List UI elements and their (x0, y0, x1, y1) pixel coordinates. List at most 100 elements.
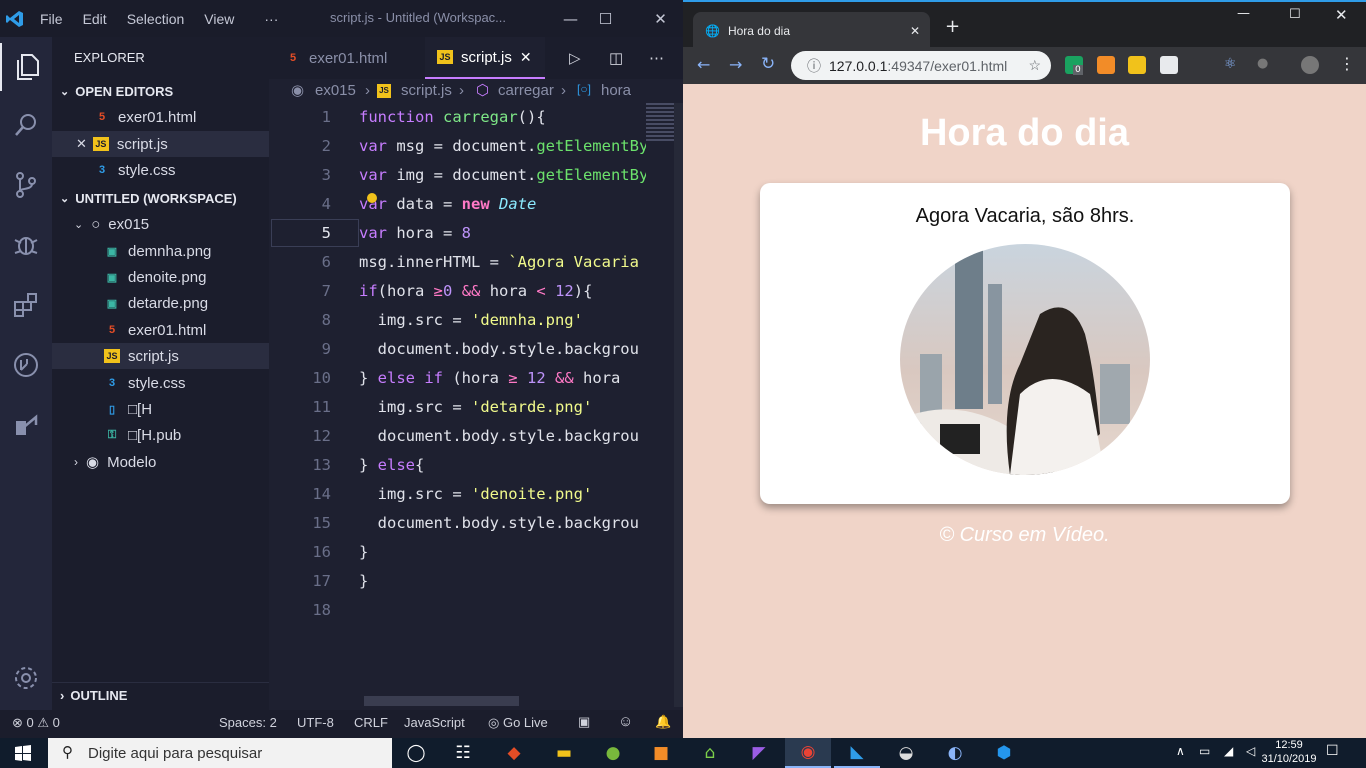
forward-arrow-icon[interactable]: → (729, 55, 742, 74)
file-key-pub[interactable]: ⚿ □[H.pub (52, 422, 269, 448)
maximize-icon[interactable]: ☐ (583, 0, 628, 37)
docker-icon[interactable]: ⬢ (981, 738, 1027, 768)
folder-ex015[interactable]: ⌄ ○ ex015 (52, 211, 269, 237)
file-explorer-icon[interactable]: ▬ (541, 738, 587, 768)
tab-exer01[interactable]: 5 exer01.html (269, 37, 425, 79)
notifications-bell-icon[interactable]: 🔔 (655, 714, 671, 730)
remote-explorer-icon[interactable] (0, 341, 52, 389)
file-denoite[interactable]: ▣ denoite.png (52, 264, 269, 290)
chrome-menu-icon[interactable]: ⋮ (1339, 54, 1355, 73)
task-view-icon[interactable]: ☷ (440, 738, 486, 768)
browser-tab[interactable]: 🌐 Hora do dia ✕ (693, 12, 930, 49)
volume-icon[interactable]: ◁ (1246, 744, 1255, 758)
cortana-icon[interactable]: ◯ (393, 738, 439, 768)
breadcrumb-variable[interactable]: hora (601, 82, 631, 99)
close-tab-icon[interactable]: ✕ (910, 24, 920, 38)
lightbulb-icon[interactable] (367, 193, 377, 203)
layout-icon[interactable]: ▣ (578, 714, 590, 730)
clock-time[interactable]: 12:59 (1265, 739, 1313, 751)
maximize-icon[interactable]: ☐ (1289, 7, 1301, 22)
close-icon[interactable]: ✕ (638, 0, 683, 37)
code-line: img.src = 'denoite.png' (359, 485, 593, 503)
file-script[interactable]: JS script.js (52, 343, 269, 369)
extensions-icon[interactable] (0, 281, 52, 329)
horizontal-scrollbar[interactable] (364, 696, 519, 706)
file-key[interactable]: ▯ □[H (52, 396, 269, 422)
clock-date[interactable]: 31/10/2019 (1258, 753, 1320, 765)
back-arrow-icon[interactable]: ← (697, 55, 710, 74)
run-icon[interactable]: ▷ (569, 37, 593, 79)
new-tab-icon[interactable]: + (945, 16, 960, 37)
chevron-up-icon[interactable]: ∧ (1176, 744, 1185, 758)
visual-studio-icon[interactable]: ◤ (736, 738, 782, 768)
outline-header[interactable]: › OUTLINE (52, 682, 269, 708)
open-editor-style[interactable]: 3 style.css (52, 157, 269, 183)
explorer-sidebar: EXPLORER ⌄ OPEN EDITORS 5 exer01.html ✕ … (52, 37, 269, 710)
breadcrumb-file[interactable]: script.js (401, 82, 452, 99)
tab-script[interactable]: JS script.js ✕ (425, 37, 545, 79)
language-mode[interactable]: JavaScript (404, 715, 465, 730)
extension-bank-icon[interactable] (1128, 56, 1146, 74)
menu-selection[interactable]: Selection (117, 11, 195, 27)
close-icon[interactable]: ✕ (1335, 6, 1348, 24)
source-control-icon[interactable] (0, 161, 52, 209)
menu-file[interactable]: File (30, 11, 73, 27)
extension-bag-icon[interactable] (1097, 56, 1115, 74)
errors-indicator[interactable]: ⊗ 0 ⚠ 0 (12, 715, 60, 731)
open-editors-header[interactable]: ⌄ OPEN EDITORS (52, 78, 269, 104)
action-center-icon[interactable]: ☐ (1326, 743, 1339, 759)
windows-start-icon[interactable] (0, 738, 46, 768)
menu-view[interactable]: View (194, 11, 244, 27)
house-app-icon[interactable]: ⌂ (687, 738, 733, 768)
moon-app-icon[interactable]: ◐ (932, 738, 978, 768)
react-devtools-icon[interactable]: ⚛ (1224, 56, 1242, 74)
encoding[interactable]: UTF-8 (297, 715, 334, 730)
vscode-taskbar-icon[interactable]: ◣ (834, 738, 880, 768)
battery-icon[interactable]: ▭ (1199, 744, 1210, 758)
feedback-smiley-icon[interactable]: ☺ (618, 713, 633, 730)
file-exer01[interactable]: 5 exer01.html (52, 317, 269, 343)
wifi-icon[interactable]: ◢ (1224, 744, 1233, 758)
file-detarde[interactable]: ▣ detarde.png (52, 290, 269, 316)
split-editor-icon[interactable]: ◫ (609, 37, 633, 79)
bookmark-star-icon[interactable]: ☆ (1028, 57, 1041, 74)
extension-ghost-icon[interactable]: ● (1257, 56, 1275, 74)
extension-pen-icon[interactable] (1160, 56, 1178, 74)
sublime-text-icon[interactable]: ■ (638, 738, 684, 768)
close-editor-icon[interactable]: ✕ (76, 136, 87, 152)
live-share-icon[interactable] (0, 401, 52, 449)
menu-more[interactable]: ··· (244, 11, 288, 27)
menu-edit[interactable]: Edit (73, 11, 117, 27)
minimize-icon[interactable]: — (1237, 6, 1250, 21)
close-tab-icon[interactable]: ✕ (520, 49, 532, 66)
utorrent-icon[interactable]: ● (590, 738, 636, 768)
debug-icon[interactable] (0, 221, 52, 269)
taskbar-search[interactable]: ⚲ Digite aqui para pesquisar (48, 738, 392, 768)
breadcrumb-folder[interactable]: ex015 (315, 82, 356, 99)
folder-modelo[interactable]: › ◉ Modelo (52, 449, 269, 475)
search-icon[interactable] (0, 101, 52, 149)
code-editor[interactable]: 1 2 3 4 5 6 7 8 9 10 11 12 13 14 15 16 17 18 function car… (269, 103, 683, 707)
reload-icon[interactable]: ↻ (761, 54, 775, 74)
file-style[interactable]: 3 style.css (52, 370, 269, 396)
indentation[interactable]: Spaces: 2 (219, 715, 277, 730)
address-bar[interactable]: ⓘ 127.0.0.1:49347/exer01.html ☆ (791, 51, 1051, 80)
line-ending[interactable]: CRLF (354, 715, 388, 730)
profile-avatar[interactable] (1301, 56, 1319, 74)
explorer-icon[interactable] (0, 43, 52, 91)
minimap[interactable] (646, 103, 674, 143)
file-demnha[interactable]: ▣ demnha.png (52, 238, 269, 264)
git-app-icon[interactable]: ◆ (491, 738, 537, 768)
workspace-header[interactable]: ⌄ UNTITLED (WORKSPACE) (52, 185, 269, 211)
vertical-scrollbar[interactable] (674, 103, 683, 707)
settings-gear-icon[interactable] (0, 654, 52, 702)
go-live-button[interactable]: ◎ Go Live (488, 715, 548, 731)
extension-code-icon[interactable] (1193, 56, 1211, 74)
more-actions-icon[interactable]: ⋯ (649, 37, 673, 79)
open-editor-script[interactable]: ✕ JS script.js (52, 131, 269, 157)
chrome-taskbar-icon[interactable]: ◉ (785, 738, 831, 768)
breadcrumb-function[interactable]: carregar (498, 82, 554, 99)
extension-shield-icon[interactable]: 0 (1065, 56, 1083, 75)
elephant-app-icon[interactable]: ◒ (883, 738, 929, 768)
open-editor-exer01[interactable]: 5 exer01.html (52, 104, 269, 130)
